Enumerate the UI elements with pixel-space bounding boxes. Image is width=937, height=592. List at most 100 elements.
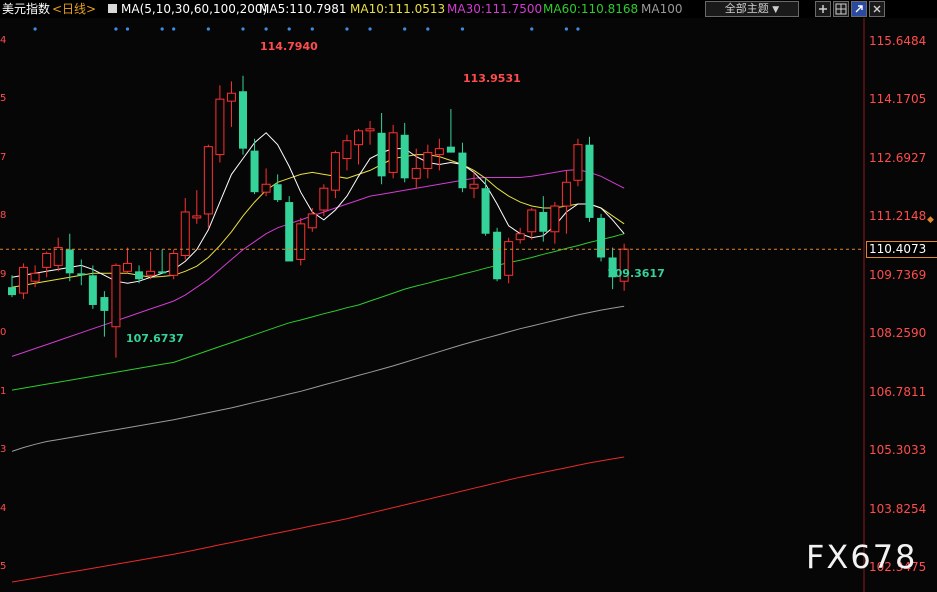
candle[interactable] [226,81,236,127]
price-tick-label: 105.3033 [869,443,927,458]
candle-body [261,183,271,193]
event-dot[interactable] [310,27,314,31]
candle[interactable] [458,142,467,193]
candle-body [226,92,236,102]
event-dot[interactable] [114,27,118,31]
event-dot[interactable] [125,27,130,31]
candle-body [8,287,16,296]
candle[interactable] [400,122,409,183]
event-dot[interactable] [241,27,245,31]
left-tick-label: 1 [0,385,7,397]
candle-body [169,253,179,276]
event-dot[interactable] [564,27,569,31]
candle[interactable] [65,233,74,282]
candle-body [42,253,52,268]
candle[interactable] [169,249,179,280]
candle[interactable] [285,196,294,262]
candle[interactable] [539,196,548,242]
candle-body [354,130,363,146]
candle[interactable] [203,144,213,228]
ma5-line [11,132,625,284]
candle[interactable] [388,124,398,179]
event-dot[interactable] [287,27,291,31]
candle[interactable] [53,237,63,272]
price-tick-label: 103.8254 [869,501,927,516]
candle[interactable] [354,128,363,165]
candle-body [330,152,340,191]
candle[interactable] [434,138,444,171]
candle[interactable] [515,227,525,244]
price-tick-label: 115.6484 [869,33,927,48]
candle[interactable] [19,263,29,300]
candle[interactable] [377,113,386,185]
candle[interactable] [504,237,514,284]
event-dot[interactable] [172,27,176,31]
candle[interactable] [527,208,537,240]
candle[interactable] [123,247,132,274]
candle[interactable] [192,190,202,224]
candlestick-chart[interactable] [0,0,937,592]
event-dot[interactable] [530,27,534,31]
candle[interactable] [146,251,156,280]
candle-body [504,241,514,276]
candle[interactable] [42,251,52,278]
watermark-logo: FX678 [806,538,918,576]
event-dot[interactable] [368,27,372,31]
candle-body [19,266,29,294]
candle[interactable] [342,134,352,171]
left-tick-label: 4 [0,34,7,46]
event-dot[interactable] [206,27,210,31]
event-dot[interactable] [460,27,465,31]
candle-body [307,213,317,229]
candle-body [100,297,109,311]
candle-body [239,91,247,149]
candle[interactable] [261,168,271,197]
candle[interactable] [273,174,282,203]
candle[interactable] [180,198,190,260]
event-dot[interactable] [426,27,430,31]
candle[interactable] [307,208,317,232]
candle[interactable] [481,178,490,236]
candle-body [434,148,444,156]
candle-body [65,249,74,274]
candle[interactable] [239,75,247,155]
candle[interactable] [88,265,97,309]
left-tick-label: 3 [0,444,7,456]
candle[interactable] [158,249,167,274]
candle[interactable] [573,138,583,187]
candle-body [158,271,167,274]
event-dot[interactable] [264,27,268,31]
event-dot[interactable] [33,27,37,31]
event-dot[interactable] [576,27,580,31]
last-price-marker-icon: ◆ [927,215,934,225]
candle[interactable] [111,263,121,358]
event-dot[interactable] [160,27,164,31]
candle[interactable] [77,259,86,286]
candle[interactable] [100,291,109,337]
candle[interactable] [550,202,560,244]
candle[interactable] [296,217,306,266]
candle-body [539,211,548,232]
candle[interactable] [8,275,16,298]
candle[interactable] [493,227,502,282]
candle[interactable] [365,120,375,145]
event-dot[interactable] [345,27,349,31]
event-dot[interactable] [403,27,407,31]
candle[interactable] [423,144,433,179]
left-tick-label: 0 [0,327,7,339]
candle[interactable] [215,85,225,163]
candle[interactable] [585,136,594,222]
candle[interactable] [446,109,455,153]
candle[interactable] [469,172,479,199]
candle[interactable] [597,213,606,262]
candle-body [319,187,329,211]
candle-body [377,132,386,177]
candle[interactable] [561,170,571,234]
candle-body [469,183,479,189]
left-tick-label: 4 [0,502,7,514]
kline-chart-window[interactable]: 美元指数 <日线> MA(5,10,30,60,100,200) MA5:110… [0,0,937,592]
candle[interactable] [330,150,340,199]
price-tick-label: 111.2148 [869,209,927,224]
left-tick-label: 5 [0,561,7,573]
candle-body [123,262,132,272]
